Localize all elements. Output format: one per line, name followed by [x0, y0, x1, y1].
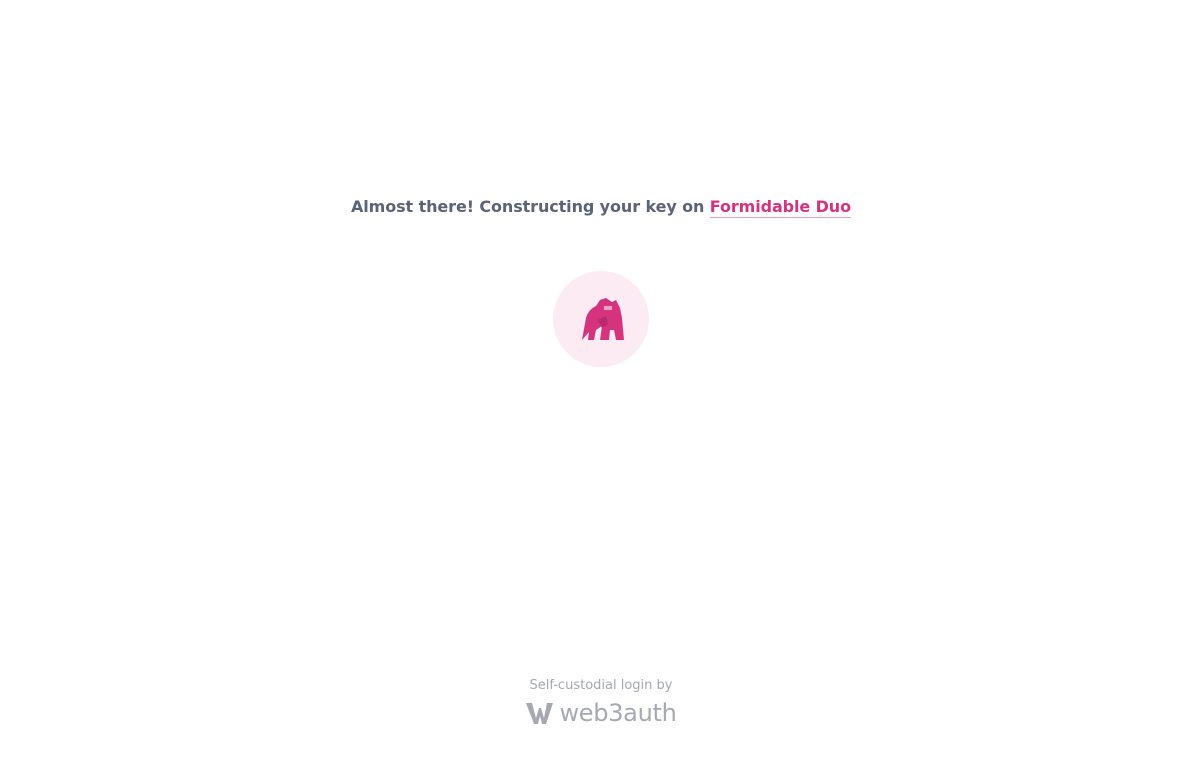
web3auth-brand-link[interactable]: web3auth: [0, 698, 1202, 728]
app-name-link[interactable]: Formidable Duo: [709, 197, 851, 218]
app-logo: [553, 271, 649, 367]
headline-text: Almost there! Constructing your key on: [351, 197, 710, 216]
web3auth-w-icon: [526, 703, 554, 724]
page: Almost there! Constructing your key on F…: [0, 0, 1202, 758]
footer-caption: Self-custodial login by: [529, 678, 673, 693]
brand-name: web3auth: [559, 699, 677, 727]
gorilla-icon: [582, 298, 624, 340]
loading-headline: Almost there! Constructing your key on F…: [0, 196, 1202, 218]
